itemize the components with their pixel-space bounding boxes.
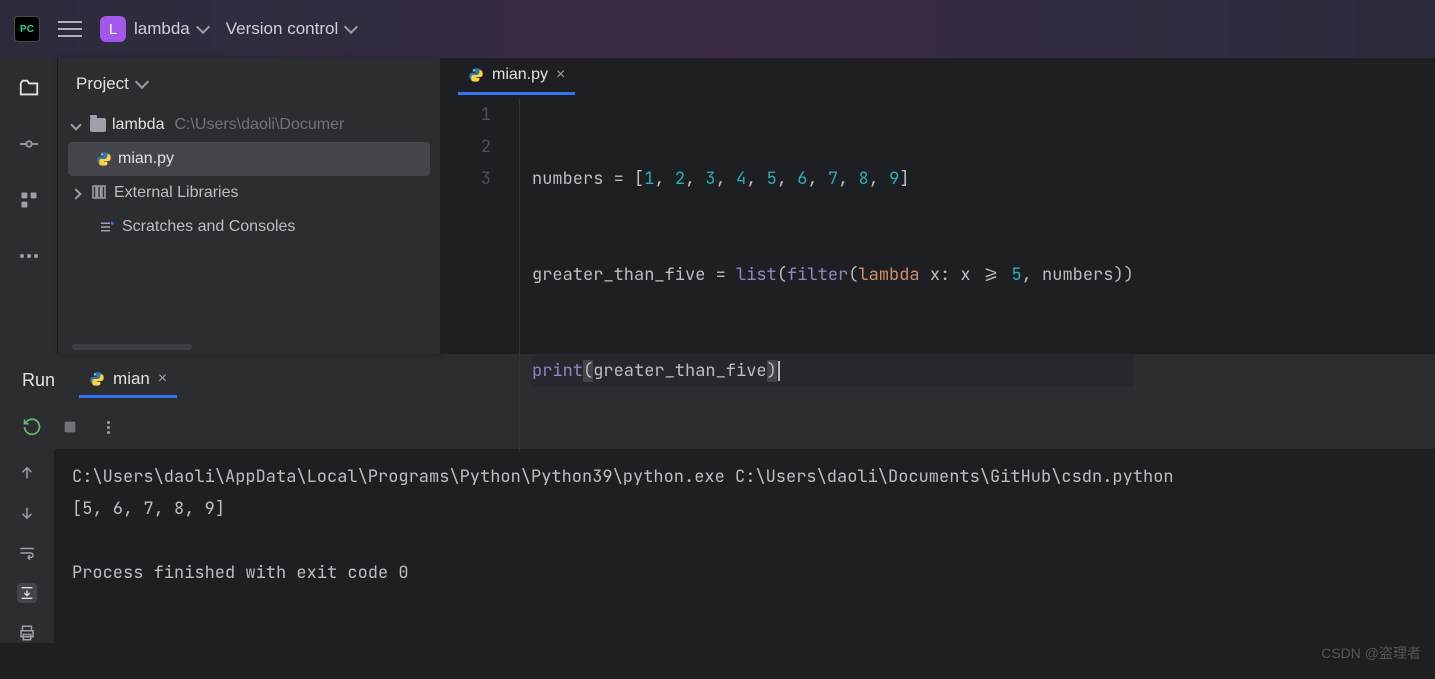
output-line: C:\Users\daoli\AppData\Local\Programs\Py… bbox=[72, 466, 1174, 488]
project-badge: L bbox=[100, 16, 126, 42]
watermark: CSDN @盗理者 bbox=[1321, 643, 1421, 663]
more-tool-icon[interactable] bbox=[17, 244, 41, 268]
project-panel: Project lambda C:\Users\daoli\Documer mi… bbox=[58, 58, 440, 354]
chevron-down-icon bbox=[196, 20, 210, 34]
tree-ext-lib-label: External Libraries bbox=[114, 184, 239, 202]
main-menu-icon[interactable] bbox=[58, 21, 82, 37]
structure-tool-icon[interactable] bbox=[17, 188, 41, 212]
project-selector[interactable]: L lambda bbox=[100, 16, 208, 42]
scrollbar[interactable] bbox=[72, 344, 192, 350]
tree-root[interactable]: lambda C:\Users\daoli\Documer bbox=[58, 108, 440, 142]
commit-tool-icon[interactable] bbox=[17, 132, 41, 156]
project-tree: lambda C:\Users\daoli\Documer mian.py Ex… bbox=[58, 104, 440, 248]
titlebar: PC L lambda Version control bbox=[0, 0, 1435, 58]
expand-arrow-icon[interactable] bbox=[70, 188, 81, 199]
main-area: Project lambda C:\Users\daoli\Documer mi… bbox=[0, 58, 1435, 354]
run-tab-label: mian bbox=[113, 369, 150, 389]
tree-scratches[interactable]: Scratches and Consoles bbox=[58, 210, 440, 244]
close-tab-icon[interactable]: × bbox=[556, 66, 565, 84]
project-panel-header[interactable]: Project bbox=[58, 58, 440, 104]
code-editor[interactable]: 1 2 3 numbers = [1, 2, 3, 4, 5, 6, 7, 8,… bbox=[440, 95, 1435, 451]
line-number: 1 bbox=[440, 99, 491, 131]
line-number: 3 bbox=[440, 163, 491, 195]
version-control-label: Version control bbox=[226, 19, 338, 39]
tree-scratches-label: Scratches and Consoles bbox=[122, 218, 295, 236]
scratches-icon bbox=[98, 218, 116, 236]
output-line: [5, 6, 7, 8, 9] bbox=[72, 498, 225, 520]
python-file-icon bbox=[89, 371, 105, 387]
editor-tab-label: mian.py bbox=[492, 66, 548, 84]
soft-wrap-icon[interactable] bbox=[17, 543, 37, 563]
editor-tabs: mian.py × bbox=[440, 58, 1435, 95]
code-content[interactable]: numbers = [1, 2, 3, 4, 5, 6, 7, 8, 9] gr… bbox=[520, 99, 1134, 451]
project-name-label: lambda bbox=[134, 19, 190, 39]
python-file-icon bbox=[96, 151, 112, 167]
line-number: 2 bbox=[440, 131, 491, 163]
tree-file-label: mian.py bbox=[118, 150, 174, 168]
python-file-icon bbox=[468, 67, 484, 83]
version-control-menu[interactable]: Version control bbox=[226, 19, 356, 39]
text-cursor bbox=[778, 361, 780, 381]
scroll-to-end-icon[interactable] bbox=[17, 583, 37, 603]
app-icon: PC bbox=[14, 16, 40, 42]
library-icon bbox=[90, 183, 108, 204]
run-output[interactable]: C:\Users\daoli\AppData\Local\Programs\Py… bbox=[54, 449, 1435, 643]
tree-file-selected[interactable]: mian.py bbox=[68, 142, 430, 176]
expand-arrow-icon[interactable] bbox=[70, 119, 81, 130]
down-stack-icon[interactable] bbox=[17, 503, 37, 523]
tree-root-path: C:\Users\daoli\Documer bbox=[174, 116, 344, 134]
up-stack-icon[interactable] bbox=[17, 463, 37, 483]
folder-icon bbox=[90, 118, 106, 132]
line-gutter: 1 2 3 bbox=[440, 99, 520, 451]
tool-window-rail bbox=[0, 58, 58, 354]
run-side-toolbar bbox=[0, 449, 54, 643]
run-panel-title: Run bbox=[22, 370, 55, 391]
output-exit-line: Process finished with exit code 0 bbox=[72, 562, 409, 584]
rerun-button[interactable] bbox=[22, 417, 42, 437]
chevron-down-icon bbox=[135, 75, 149, 89]
chevron-down-icon bbox=[344, 20, 358, 34]
run-body: C:\Users\daoli\AppData\Local\Programs\Py… bbox=[0, 449, 1435, 643]
project-panel-title: Project bbox=[76, 74, 129, 94]
close-tab-icon[interactable]: × bbox=[158, 370, 167, 388]
tree-root-label: lambda bbox=[112, 116, 164, 134]
print-icon[interactable] bbox=[17, 623, 37, 643]
project-tool-icon[interactable] bbox=[17, 76, 41, 100]
editor-tab-active[interactable]: mian.py × bbox=[458, 58, 575, 95]
editor-area: mian.py × 1 2 3 numbers = [1, 2, 3, 4, 5… bbox=[440, 58, 1435, 354]
more-actions-icon[interactable] bbox=[98, 417, 118, 437]
tree-external-libraries[interactable]: External Libraries bbox=[58, 176, 440, 210]
run-tab-active[interactable]: mian × bbox=[79, 363, 177, 398]
stop-button[interactable] bbox=[60, 417, 80, 437]
